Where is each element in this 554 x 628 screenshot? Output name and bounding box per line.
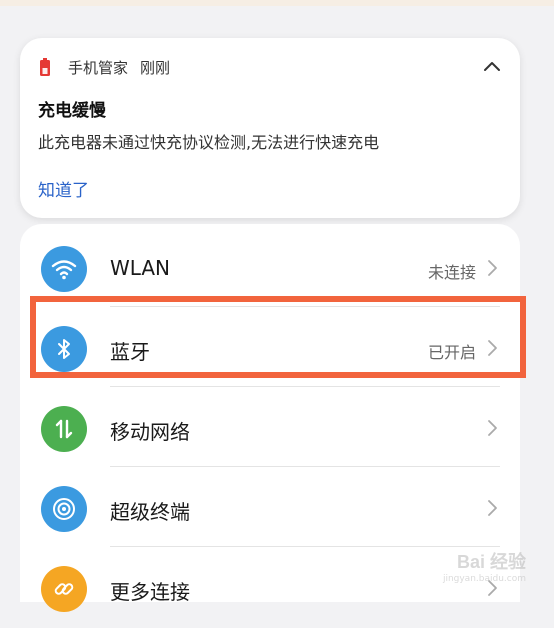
- settings-item-label: 更多连接: [110, 580, 190, 604]
- acknowledge-button[interactable]: 知道了: [38, 176, 89, 201]
- wifi-icon: [41, 246, 87, 292]
- watermark-logo: Bai 经验: [456, 552, 526, 572]
- settings-item-status: 未连接: [427, 263, 476, 282]
- settings-list: WLAN 未连接 蓝牙 已开启 移动网络 超级终端 更多连接: [20, 224, 520, 612]
- collapse-chevron-up-icon[interactable]: [480, 54, 504, 78]
- notification-header: 手机管家 刚刚: [40, 56, 170, 78]
- watermark-url: jingyan.baidu.com: [442, 574, 526, 584]
- notification-time: 刚刚: [140, 58, 171, 77]
- divider: [110, 546, 500, 547]
- settings-item-label: 移动网络: [110, 420, 190, 444]
- chevron-right-icon: [488, 260, 497, 276]
- settings-item-mobile-network[interactable]: 移动网络: [20, 388, 520, 468]
- notification-card[interactable]: 手机管家 刚刚 充电缓慢 此充电器未通过快充协议检测,无法进行快速充电 知道了: [20, 38, 520, 218]
- highlight-box: [30, 296, 526, 378]
- settings-item-super-device[interactable]: 超级终端: [20, 468, 520, 548]
- super-device-icon: [41, 486, 87, 532]
- notification-body: 此充电器未通过快充协议检测,无法进行快速充电: [38, 133, 380, 152]
- settings-item-label: WLAN: [110, 256, 171, 280]
- watermark: Bai 经验 jingyan.baidu.com: [443, 548, 526, 584]
- chevron-right-icon: [488, 500, 497, 516]
- notification-app-name: 手机管家: [68, 58, 129, 77]
- top-strip: [0, 0, 554, 6]
- settings-item-label: 超级终端: [110, 500, 190, 524]
- divider: [110, 466, 500, 467]
- mobile-data-icon: [41, 406, 87, 452]
- chevron-right-icon: [488, 420, 497, 436]
- battery-icon: [40, 58, 50, 76]
- divider: [110, 386, 500, 387]
- notification-title: 充电缓慢: [38, 101, 106, 121]
- link-icon: [41, 566, 87, 612]
